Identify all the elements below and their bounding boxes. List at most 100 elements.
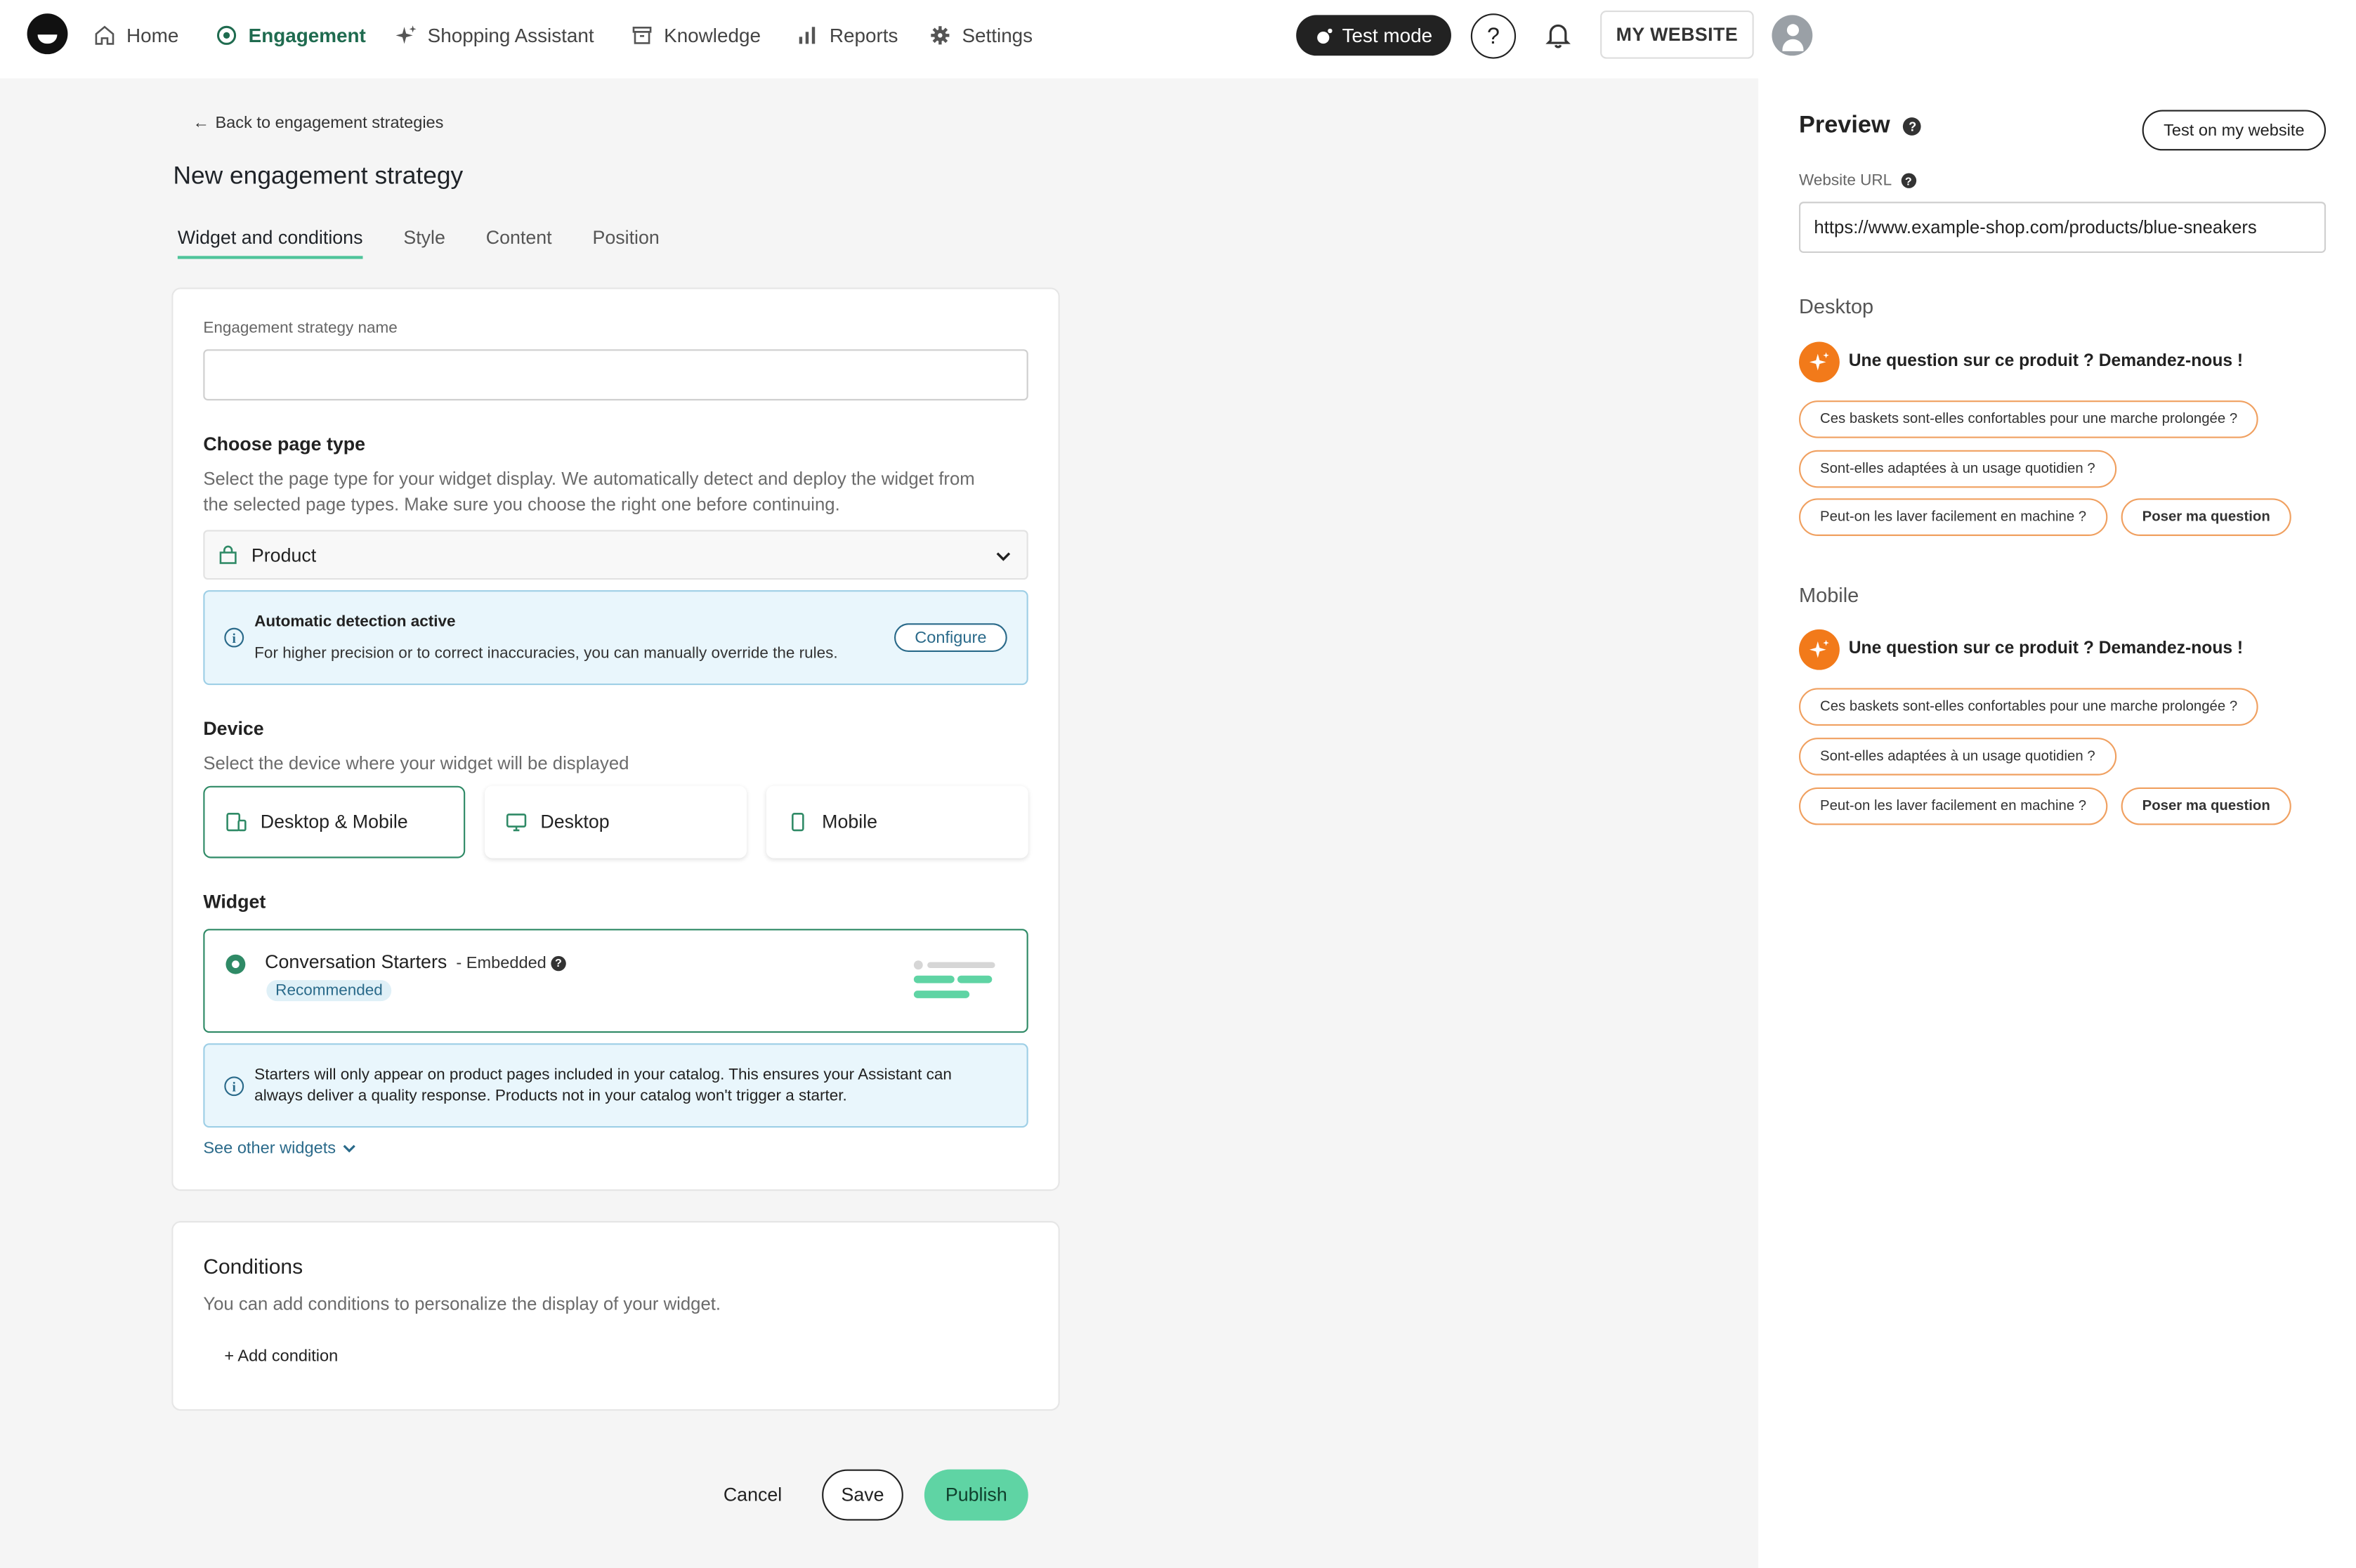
widget-type-label: - Embedded bbox=[456, 954, 547, 973]
page-type-value: Product bbox=[251, 544, 317, 566]
device-option-mobile[interactable]: Mobile bbox=[766, 785, 1028, 858]
chevron-down-icon bbox=[343, 1144, 355, 1153]
device-option-label: Mobile bbox=[822, 811, 878, 833]
test-mode-label: Test mode bbox=[1342, 24, 1433, 47]
nav-knowledge-label: Knowledge bbox=[664, 23, 761, 46]
preview-desktop-label: Desktop bbox=[1799, 295, 1874, 318]
page-type-description-line-2: the selected page types. Make sure you c… bbox=[203, 493, 840, 515]
save-button[interactable]: Save bbox=[822, 1469, 903, 1521]
phone-icon bbox=[792, 813, 804, 832]
preview-mobile-label: Mobile bbox=[1799, 584, 1859, 607]
help-icon: ? bbox=[1487, 23, 1500, 49]
sparkle-icon bbox=[395, 25, 417, 44]
plus-icon: + bbox=[224, 1347, 238, 1366]
starter-info-box bbox=[203, 1043, 1028, 1128]
my-website-button[interactable]: MY WEBSITE bbox=[1600, 11, 1754, 59]
strategy-name-label: Engagement strategy name bbox=[203, 319, 398, 338]
shopping-bag-icon bbox=[219, 545, 237, 564]
add-condition-button[interactable]: + Add condition bbox=[224, 1347, 338, 1366]
nav-settings[interactable]: Settings bbox=[929, 21, 1033, 48]
ask-question-button[interactable]: Poser ma question bbox=[2121, 498, 2291, 536]
preview-title: Preview ? bbox=[1799, 113, 1922, 141]
bar-chart-icon bbox=[799, 26, 816, 44]
detection-title: Automatic detection active bbox=[254, 613, 456, 631]
devices-icon bbox=[226, 813, 247, 832]
arrow-left-icon: ← bbox=[192, 114, 209, 133]
device-option-label: Desktop bbox=[540, 811, 610, 833]
gear-icon bbox=[931, 25, 950, 44]
bell-icon[interactable] bbox=[1543, 20, 1573, 50]
see-other-widgets-link[interactable]: See other widgets bbox=[203, 1139, 357, 1158]
nav-shopping-assistant-label: Shopping Assistant bbox=[427, 23, 594, 46]
help-icon[interactable]: ? bbox=[1901, 173, 1916, 188]
widget-type: - Embedded? bbox=[456, 954, 566, 973]
info-icon: i bbox=[224, 627, 244, 648]
starter-chip[interactable]: Peut-on les laver facilement en machine … bbox=[1799, 787, 2108, 825]
conditions-heading: Conditions bbox=[203, 1254, 303, 1279]
page-type-heading: Choose page type bbox=[203, 433, 366, 455]
configure-button[interactable]: Configure bbox=[894, 623, 1007, 652]
nav-reports[interactable]: Reports bbox=[797, 21, 898, 48]
app-logo[interactable] bbox=[27, 13, 68, 55]
widget-radio-selected[interactable] bbox=[225, 954, 246, 974]
starter-chip[interactable]: Sont-elles adaptées à un usage quotidien… bbox=[1799, 738, 2116, 776]
page-type-select[interactable]: Product bbox=[203, 530, 1028, 580]
home-icon bbox=[95, 25, 114, 44]
add-condition-label: Add condition bbox=[237, 1347, 339, 1366]
tab-widget-and-conditions[interactable]: Widget and conditions bbox=[177, 228, 363, 259]
starter-chip[interactable]: Ces baskets sont-elles confortables pour… bbox=[1799, 688, 2259, 726]
info-icon: i bbox=[224, 1076, 244, 1097]
strategy-name-input[interactable] bbox=[203, 349, 1028, 401]
nav-shopping-assistant[interactable]: Shopping Assistant bbox=[394, 21, 594, 48]
starter-chip[interactable]: Peut-on les laver facilement en machine … bbox=[1799, 498, 2108, 536]
widget-thumbnail-icon bbox=[913, 960, 995, 998]
monitor-icon bbox=[506, 814, 527, 832]
archive-icon bbox=[632, 25, 652, 44]
nav-engagement[interactable]: Engagement bbox=[215, 21, 366, 48]
assistant-spark-icon bbox=[1799, 629, 1840, 670]
device-option-desktop[interactable]: Desktop bbox=[485, 785, 747, 858]
tab-bar: Widget and conditions Style Content Posi… bbox=[177, 228, 700, 259]
device-option-desktop-mobile[interactable]: Desktop & Mobile bbox=[203, 785, 466, 858]
help-icon[interactable]: ? bbox=[551, 955, 566, 971]
test-on-my-website-button[interactable]: Test on my website bbox=[2142, 110, 2326, 151]
preview-title-label: Preview bbox=[1799, 112, 1890, 139]
starter-chip[interactable]: Ces baskets sont-elles confortables pour… bbox=[1799, 400, 2259, 438]
page-type-description-line-1: Select the page type for your widget dis… bbox=[203, 468, 975, 490]
back-link[interactable]: ← Back to engagement strategies bbox=[192, 115, 443, 133]
publish-button[interactable]: Publish bbox=[924, 1469, 1028, 1521]
tab-style[interactable]: Style bbox=[403, 228, 445, 259]
help-icon[interactable]: ? bbox=[1903, 117, 1922, 136]
website-url-input[interactable]: https://www.example-shop.com/products/bl… bbox=[1799, 202, 2326, 254]
tab-content[interactable]: Content bbox=[486, 228, 552, 259]
chevron-down-icon bbox=[996, 552, 1011, 561]
tab-position[interactable]: Position bbox=[592, 228, 659, 259]
test-mode-button[interactable]: Test mode bbox=[1296, 15, 1451, 56]
see-other-widgets-label: See other widgets bbox=[203, 1139, 336, 1158]
preview-question-title: Une question sur ce produit ? Demandez-n… bbox=[1848, 352, 2244, 371]
nav-reports-label: Reports bbox=[829, 23, 898, 46]
nav-knowledge[interactable]: Knowledge bbox=[631, 21, 761, 48]
device-heading: Device bbox=[203, 718, 264, 740]
widget-name: Conversation Starters bbox=[265, 951, 447, 973]
device-description: Select the device where your widget will… bbox=[203, 752, 629, 774]
nav-settings-label: Settings bbox=[962, 23, 1033, 46]
widget-heading: Widget bbox=[203, 891, 266, 913]
starter-chip[interactable]: Sont-elles adaptées à un usage quotidien… bbox=[1799, 450, 2116, 488]
website-url-label-text: Website URL bbox=[1799, 171, 1892, 190]
help-button[interactable]: ? bbox=[1470, 13, 1517, 59]
ask-question-button[interactable]: Poser ma question bbox=[2121, 787, 2291, 825]
nav-home[interactable]: Home bbox=[93, 21, 178, 48]
flask-icon bbox=[1316, 27, 1332, 44]
nav-engagement-label: Engagement bbox=[248, 23, 366, 46]
recommended-badge: Recommended bbox=[266, 980, 392, 1002]
avatar[interactable] bbox=[1772, 15, 1813, 56]
cancel-button[interactable]: Cancel bbox=[714, 1477, 792, 1513]
detection-text: For higher precision or to correct inacc… bbox=[254, 644, 838, 662]
assistant-spark-icon bbox=[1799, 341, 1840, 383]
back-link-label: Back to engagement strategies bbox=[215, 114, 444, 133]
nav-home-label: Home bbox=[126, 23, 179, 46]
conditions-description: You can add conditions to personalize th… bbox=[203, 1293, 721, 1314]
preview-question-title: Une question sur ce produit ? Demandez-n… bbox=[1848, 639, 2244, 658]
target-icon bbox=[216, 25, 237, 44]
